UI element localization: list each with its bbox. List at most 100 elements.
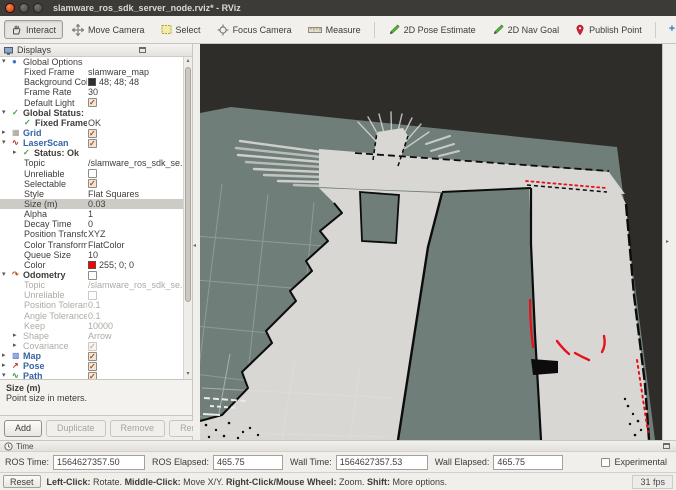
- property-value[interactable]: /slamware_ros_sdk_se...: [88, 280, 183, 290]
- wall-time-input[interactable]: [336, 455, 428, 470]
- scroll-down-icon[interactable]: ▾: [184, 370, 192, 379]
- splitter-collapse-icon[interactable]: ◂: [193, 242, 196, 249]
- property-value[interactable]: [88, 169, 97, 179]
- tree-row[interactable]: Selectable: [0, 179, 183, 189]
- select-tool-button[interactable]: Select: [154, 20, 208, 39]
- scroll-thumb[interactable]: [185, 67, 191, 302]
- tree-row[interactable]: Decay Time0: [0, 219, 183, 229]
- tree-row[interactable]: ▸✓Status: Ok: [0, 148, 183, 158]
- checkbox-checked[interactable]: [88, 342, 97, 351]
- 3d-viewport[interactable]: [200, 44, 662, 440]
- checkbox-checked[interactable]: [88, 352, 97, 361]
- reset-button[interactable]: Reset: [3, 475, 41, 488]
- tree-row[interactable]: ▸↗Pose: [0, 361, 183, 371]
- property-value[interactable]: 0.03: [88, 199, 106, 209]
- checkbox-checked[interactable]: [88, 129, 97, 138]
- property-value[interactable]: [88, 371, 97, 379]
- checkbox-checked[interactable]: [88, 362, 97, 371]
- tree-row[interactable]: ▸▩Map: [0, 351, 183, 361]
- property-value[interactable]: FlatColor: [88, 240, 125, 250]
- tree-row[interactable]: Fixed Frameslamware_map: [0, 67, 183, 77]
- ros-time-input[interactable]: [53, 455, 145, 470]
- tree-row[interactable]: Default Light: [0, 98, 183, 108]
- property-value[interactable]: 0: [88, 219, 93, 229]
- window-maximize-button[interactable]: [33, 3, 43, 13]
- collapse-arrow-icon[interactable]: ▾: [2, 108, 12, 118]
- property-value[interactable]: 255; 0; 0: [88, 260, 134, 270]
- scroll-up-icon[interactable]: ▴: [184, 57, 192, 66]
- property-value[interactable]: [88, 179, 97, 189]
- tree-row[interactable]: Queue Size10: [0, 250, 183, 260]
- property-value[interactable]: 0.1: [88, 311, 101, 321]
- checkbox-unchecked[interactable]: [88, 291, 97, 300]
- panel-splitter[interactable]: ◂: [193, 44, 200, 440]
- property-value[interactable]: slamware_map: [88, 67, 149, 77]
- property-value[interactable]: 48; 48; 48: [88, 77, 139, 87]
- ros-elapsed-input[interactable]: [213, 455, 283, 470]
- tree-row[interactable]: Topic/slamware_ros_sdk_se...: [0, 280, 183, 290]
- tree-row[interactable]: ▸▦Grid: [0, 128, 183, 138]
- expand-arrow-icon[interactable]: ▸: [2, 128, 12, 138]
- tree-row[interactable]: Topic/slamware_ros_sdk_se...: [0, 158, 183, 168]
- tree-row[interactable]: ▸ShapeArrow: [0, 331, 183, 341]
- tree-row[interactable]: ▾●Global Options: [0, 57, 183, 67]
- checkbox-unchecked[interactable]: [88, 169, 97, 178]
- wall-elapsed-input[interactable]: [493, 455, 563, 470]
- window-minimize-button[interactable]: [19, 3, 29, 13]
- duplicate-button[interactable]: Duplicate: [46, 420, 106, 437]
- expand-arrow-icon[interactable]: ▸: [2, 361, 12, 371]
- right-splitter-handle-icon[interactable]: ▸: [666, 238, 669, 245]
- checkbox-checked[interactable]: [88, 179, 97, 188]
- expand-arrow-icon[interactable]: ▸: [13, 331, 23, 341]
- property-value[interactable]: XYZ: [88, 229, 106, 239]
- property-value[interactable]: [88, 290, 97, 300]
- expand-arrow-icon[interactable]: ▸: [2, 351, 12, 361]
- property-value[interactable]: 1: [88, 209, 93, 219]
- tree-row[interactable]: StyleFlat Squares: [0, 189, 183, 199]
- move-camera-tool-button[interactable]: Move Camera: [65, 20, 152, 40]
- collapse-arrow-icon[interactable]: ▾: [2, 57, 12, 67]
- tree-scrollbar[interactable]: ▴ ▾: [183, 57, 192, 379]
- color-swatch[interactable]: [88, 78, 96, 86]
- collapse-arrow-icon[interactable]: ▾: [2, 371, 12, 379]
- property-value[interactable]: OK: [88, 118, 101, 128]
- expand-arrow-icon[interactable]: ▸: [13, 341, 23, 351]
- pose-estimate-tool-button[interactable]: 2D Pose Estimate: [381, 20, 483, 39]
- right-splitter[interactable]: ▸: [662, 44, 676, 440]
- property-value[interactable]: 0.1: [88, 300, 101, 310]
- property-value[interactable]: [88, 138, 97, 148]
- tree-row[interactable]: Angle Tolerance0.1: [0, 311, 183, 321]
- tree-row[interactable]: ▾↷Odometry: [0, 270, 183, 280]
- property-value[interactable]: Flat Squares: [88, 189, 139, 199]
- property-value[interactable]: [88, 98, 97, 108]
- nav-goal-tool-button[interactable]: 2D Nav Goal: [485, 20, 567, 39]
- property-value[interactable]: /slamware_ros_sdk_se...: [88, 158, 183, 168]
- tree-row[interactable]: Alpha1: [0, 209, 183, 219]
- expand-arrow-icon[interactable]: ▸: [13, 148, 23, 158]
- property-value[interactable]: [88, 361, 97, 371]
- time-panel-float-icon[interactable]: [663, 443, 670, 449]
- experimental-checkbox[interactable]: [601, 458, 610, 467]
- tree-row[interactable]: Position Transfo...XYZ: [0, 229, 183, 239]
- tree-row[interactable]: Background Color48; 48; 48: [0, 77, 183, 87]
- tree-row[interactable]: Color TransformerFlatColor: [0, 240, 183, 250]
- add-tool-button[interactable]: +: [662, 20, 676, 39]
- publish-point-tool-button[interactable]: Publish Point: [568, 20, 649, 40]
- tree-row[interactable]: Color255; 0; 0: [0, 260, 183, 270]
- checkbox-unchecked[interactable]: [88, 271, 97, 280]
- property-value[interactable]: Arrow: [88, 331, 112, 341]
- property-value[interactable]: [88, 341, 97, 351]
- tree-row[interactable]: ▾∿LaserScan: [0, 138, 183, 148]
- panel-float-icon[interactable]: [139, 47, 146, 53]
- tree-row[interactable]: ✓Fixed FrameOK: [0, 118, 183, 128]
- tree-row[interactable]: Position Tolerance0.1: [0, 300, 183, 310]
- tree-row[interactable]: Frame Rate30: [0, 87, 183, 97]
- tree-row[interactable]: Unreliable: [0, 169, 183, 179]
- property-value[interactable]: 10: [88, 250, 98, 260]
- checkbox-checked[interactable]: [88, 372, 97, 379]
- tree-row[interactable]: ▾∿Path: [0, 371, 183, 379]
- interact-tool-button[interactable]: Interact: [4, 20, 63, 39]
- measure-tool-button[interactable]: Measure: [301, 21, 368, 39]
- tree-row[interactable]: Unreliable: [0, 290, 183, 300]
- window-close-button[interactable]: [5, 3, 15, 13]
